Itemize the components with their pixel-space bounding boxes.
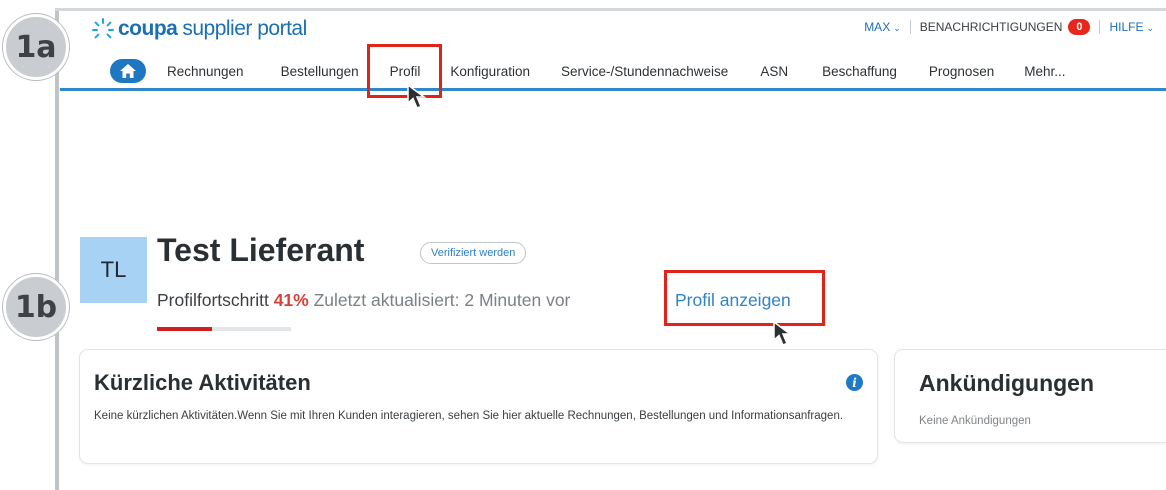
nav-item-beschaffung[interactable]: Beschaffung [822,64,897,79]
nav-item-service[interactable]: Service-/Stundennachweise [561,64,728,79]
logo-brand: coupa [118,17,178,40]
coupa-logo[interactable]: coupa supplier portal [92,17,307,41]
home-button[interactable] [110,59,146,83]
highlight-box-view-profile [664,270,825,326]
nav-item-rechnungen[interactable]: Rechnungen [167,64,244,79]
home-icon [120,64,136,78]
user-menu[interactable]: MAX ⌄ [864,20,901,34]
last-updated: Zuletzt aktualisiert: 2 Minuten vor [313,290,571,310]
main-nav: Rechnungen Bestellungen Profil Konfigura… [110,59,1065,83]
notifications-menu[interactable]: BENACHRICHTIGUNGEN 0 [920,19,1091,35]
divider [1099,20,1101,34]
app-header: coupa supplier portal MAX ⌄ BENACHRICHTIG… [60,11,1166,91]
mouse-cursor-icon [407,83,427,109]
notifications-label: BENACHRICHTIGUNGEN [919,20,1063,34]
header-divider [60,88,1166,91]
nav-item-bestellungen[interactable]: Bestellungen [281,64,359,79]
step-callout-1b: 1b [3,274,69,340]
divider [909,20,911,34]
card-body: Keine kürzlichen Aktivitäten.Wenn Sie mi… [94,410,844,422]
nav-item-prognosen[interactable]: Prognosen [929,64,994,79]
logo-suffix: supplier portal [182,17,307,40]
card-title: Ankündigungen [919,370,1095,396]
notifications-badge: 0 [1068,19,1091,35]
company-name: Test Lieferant [157,232,365,268]
announcements-card: Ankündigungen Keine Ankündigungen [894,349,1166,443]
verify-button[interactable]: Verifiziert werden [420,242,527,264]
recent-activity-card: Kürzliche Aktivitäten i Keine kürzlichen… [79,349,878,464]
progress-label: Profilfortschritt [157,290,269,310]
step-callout-1a: 1a [3,14,69,80]
coupa-sparkle-icon [92,18,114,39]
help-menu[interactable]: HILFE ⌄ [1109,20,1154,34]
header-utility-menu: MAX ⌄ BENACHRICHTIGUNGEN 0 HILFE ⌄ [864,19,1154,35]
card-body: Keine Ankündigungen [919,415,1031,427]
chevron-down-icon: ⌄ [893,23,901,33]
avatar: TL [80,237,147,303]
profile-progress-line: Profilfortschritt 41% Zuletzt aktualisie… [157,290,570,311]
nav-item-more[interactable]: Mehr... [1024,64,1065,79]
nav-item-asn[interactable]: ASN [760,64,788,79]
progress-bar-fill [157,327,212,331]
mouse-cursor-icon [773,320,793,346]
info-icon[interactable]: i [846,374,863,391]
progress-percent: 41% [273,290,309,310]
frame-border-left [55,8,59,490]
chevron-down-icon: ⌄ [1146,23,1154,33]
card-title: Kürzliche Aktivitäten [94,370,311,395]
nav-item-konfiguration[interactable]: Konfiguration [450,64,530,79]
progress-bar [157,327,291,331]
